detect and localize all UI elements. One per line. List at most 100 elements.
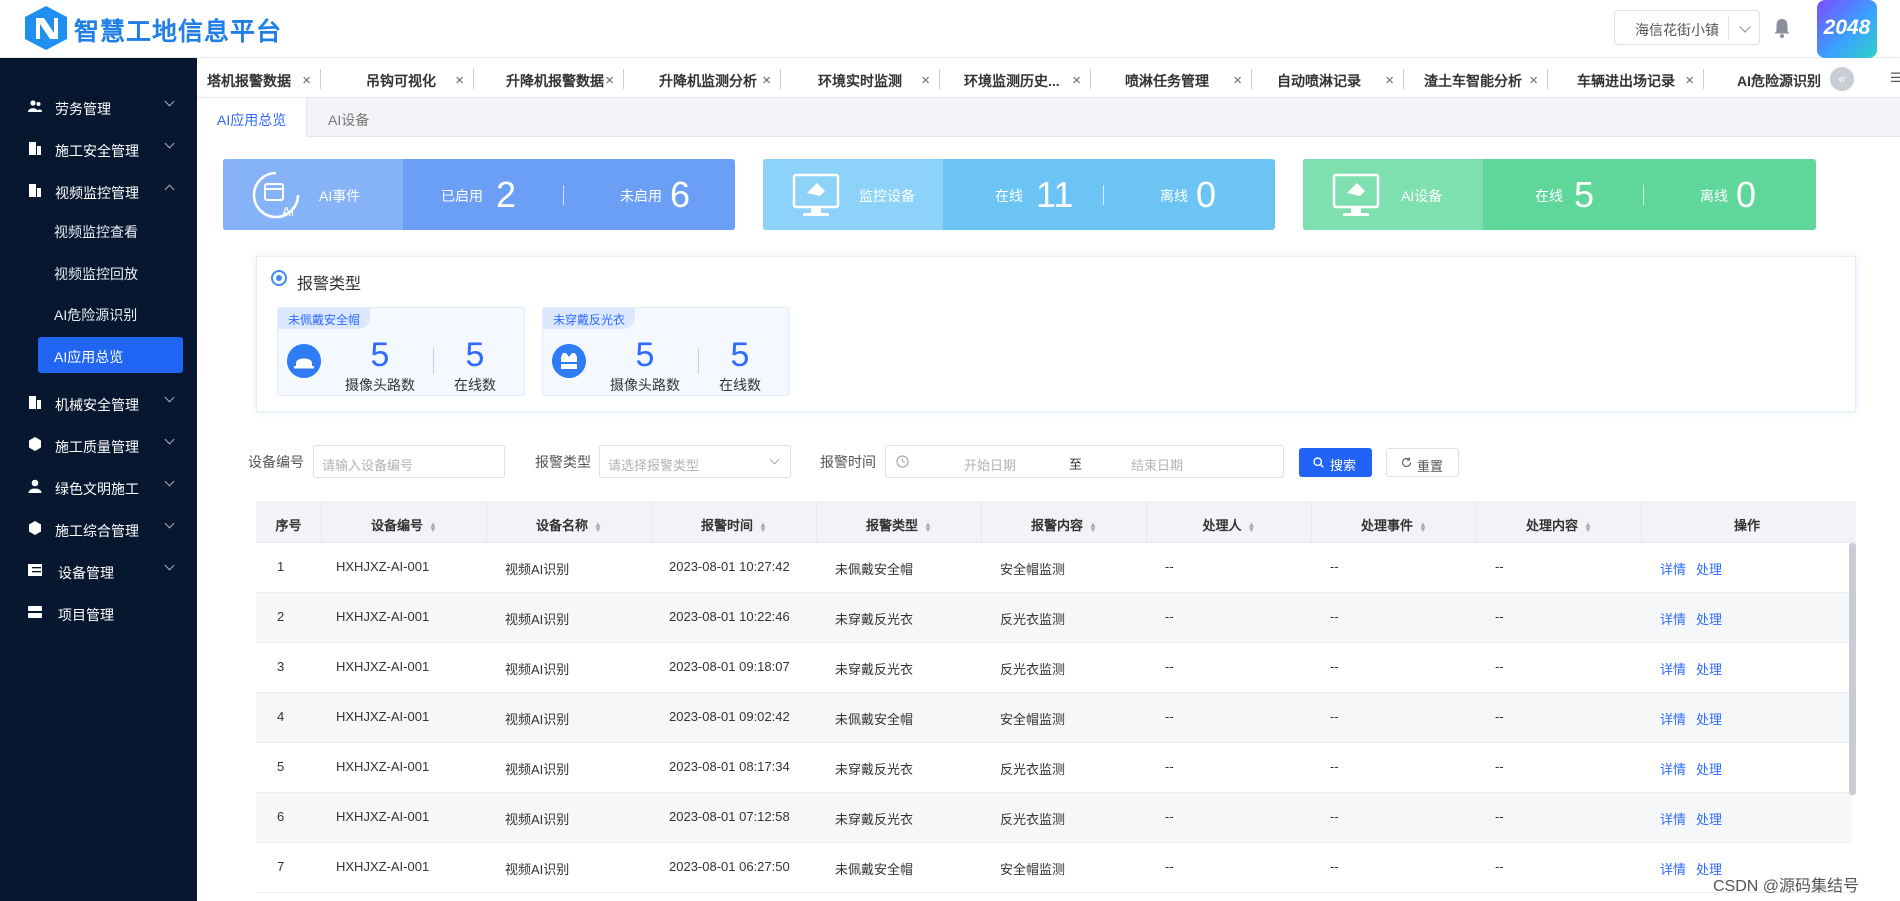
handle-link[interactable]: 处理: [1696, 709, 1722, 728]
table-scrollbar[interactable]: [1849, 543, 1856, 795]
detail-link[interactable]: 详情: [1660, 759, 1686, 778]
game-2048-badge[interactable]: 2048: [1817, 0, 1877, 58]
close-icon[interactable]: ×: [1685, 72, 1694, 89]
th-handle-content[interactable]: 处理内容 ▲ ▼: [1477, 501, 1642, 543]
chevron-down-icon: [164, 434, 175, 445]
handle-link[interactable]: 处理: [1696, 609, 1722, 628]
device-no-label: 设备编号: [248, 454, 304, 470]
stat-label: 离线: [1700, 188, 1728, 204]
table-cell: 安全帽监测: [1000, 712, 1066, 727]
close-icon[interactable]: ×: [1529, 72, 1538, 89]
tab-elevator-alarm[interactable]: 升降机报警数据 ×: [506, 58, 624, 98]
th-alarm-content[interactable]: 报警内容 ▲ ▼: [982, 501, 1147, 543]
tab-elevator-analysis[interactable]: 升降机监测分析 ×: [659, 58, 781, 98]
sidebar-item-machinery-safety[interactable]: 机械安全管理: [0, 388, 197, 418]
more-icon[interactable]: ☰: [1890, 70, 1900, 86]
sidebar-subitem-video-playback[interactable]: 视频监控回放: [38, 254, 183, 290]
tab-env-history[interactable]: 环境监测历史... ×: [964, 58, 1091, 98]
tab-hook-visual[interactable]: 吊钩可视化 ×: [366, 58, 474, 98]
table-cell: 1: [277, 559, 285, 574]
th-device-no[interactable]: 设备编号 ▲ ▼: [322, 501, 487, 543]
handle-link[interactable]: 处理: [1696, 659, 1722, 678]
tab-vehicle-record[interactable]: 车辆进出场记录 ×: [1577, 58, 1704, 98]
tab-ai-hazard[interactable]: AI危险源识别: [1737, 58, 1832, 98]
sort-icon[interactable]: ▲ ▼: [1584, 520, 1592, 533]
project-select[interactable]: 海信花街小镇: [1614, 10, 1760, 45]
detail-link[interactable]: 详情: [1660, 609, 1686, 628]
table-icon: [28, 564, 42, 576]
sort-icon[interactable]: ▲ ▼: [594, 520, 602, 533]
device-no-input[interactable]: 请输入设备编号: [313, 445, 505, 478]
double-chevron-left-icon[interactable]: «: [1830, 67, 1854, 91]
handle-link[interactable]: 处理: [1696, 759, 1722, 778]
alarm-card-helmet[interactable]: 未佩戴安全帽 5 摄像头路数 5 在线数: [277, 307, 525, 396]
handle-link[interactable]: 处理: [1696, 809, 1722, 828]
sidebar-item-project[interactable]: 项目管理: [0, 598, 197, 628]
search-icon: [1313, 457, 1324, 468]
th-device-name[interactable]: 设备名称 ▲ ▼: [487, 501, 652, 543]
detail-link[interactable]: 详情: [1660, 659, 1686, 678]
date-range-picker[interactable]: 开始日期 至 结束日期: [885, 445, 1284, 478]
sidebar-subitem-ai-hazard[interactable]: AI危险源识别: [38, 295, 183, 331]
detail-link[interactable]: 详情: [1660, 559, 1686, 578]
detail-link[interactable]: 详情: [1660, 709, 1686, 728]
handle-link[interactable]: 处理: [1696, 559, 1722, 578]
sort-icon[interactable]: ▲ ▼: [759, 520, 767, 533]
sort-icon[interactable]: ▲ ▼: [1248, 520, 1256, 533]
start-date-placeholder[interactable]: 开始日期: [964, 455, 1016, 474]
tab-tower-crane-alarm[interactable]: 塔机报警数据 ×: [207, 58, 321, 98]
close-icon[interactable]: ×: [1072, 72, 1081, 89]
table-cell: 视频AI识别: [505, 812, 570, 827]
table-cell: HXHJXZ-AI-001: [336, 659, 430, 674]
stat-label: 在线: [995, 188, 1023, 204]
close-icon[interactable]: ×: [762, 72, 771, 89]
table-cell: 视频AI识别: [505, 562, 570, 577]
close-icon[interactable]: ×: [302, 72, 311, 89]
detail-link[interactable]: 详情: [1660, 809, 1686, 828]
tab-env-realtime[interactable]: 环境实时监测 ×: [818, 58, 940, 98]
close-icon[interactable]: ×: [1233, 72, 1242, 89]
close-icon[interactable]: ×: [1385, 72, 1394, 89]
alarm-card-vest[interactable]: 未穿戴反光衣 5 摄像头路数 5 在线数: [542, 307, 790, 396]
table-cell: 安全帽监测: [1000, 862, 1066, 877]
th-alarm-time[interactable]: 报警时间 ▲ ▼: [652, 501, 817, 543]
sort-icon[interactable]: ▲ ▼: [429, 520, 437, 533]
alarm-type-select[interactable]: 请选择报警类型: [599, 445, 791, 478]
chevron-down-icon: [164, 96, 175, 107]
end-date-placeholder[interactable]: 结束日期: [1131, 455, 1183, 474]
sidebar-item-comprehensive[interactable]: 施工综合管理: [0, 514, 197, 544]
th-alarm-type[interactable]: 报警类型 ▲ ▼: [817, 501, 982, 543]
reset-button[interactable]: 重置: [1386, 448, 1459, 477]
close-icon[interactable]: ×: [605, 72, 614, 89]
sidebar-item-construction-safety[interactable]: 施工安全管理: [0, 134, 197, 164]
sort-icon[interactable]: ▲ ▼: [1089, 520, 1097, 533]
sidebar-item-green-construction[interactable]: 绿色文明施工: [0, 472, 197, 502]
th-handler[interactable]: 处理人 ▲ ▼: [1147, 501, 1312, 543]
th-handle-event[interactable]: 处理事件 ▲ ▼: [1312, 501, 1477, 543]
table-cell: --: [1330, 859, 1339, 874]
close-icon[interactable]: ×: [455, 72, 464, 89]
sidebar-item-quality[interactable]: 施工质量管理: [0, 430, 197, 460]
subtab-ai-overview[interactable]: AI应用总览: [197, 98, 308, 137]
sidebar-item-video-monitoring[interactable]: 视频监控管理: [0, 176, 197, 206]
table-cell: HXHJXZ-AI-001: [336, 559, 430, 574]
table-cell: 5: [277, 759, 285, 774]
tab-spray-task[interactable]: 喷淋任务管理 ×: [1125, 58, 1252, 98]
sidebar-item-equipment[interactable]: 设备管理: [0, 556, 197, 586]
table-cell: --: [1165, 859, 1174, 874]
search-button[interactable]: 搜索: [1299, 448, 1372, 477]
tab-auto-spray-record[interactable]: 自动喷淋记录 ×: [1277, 58, 1404, 98]
tab-muck-truck[interactable]: 渣土车智能分析 ×: [1424, 58, 1548, 98]
subtab-ai-devices[interactable]: AI设备: [308, 98, 389, 137]
bell-icon[interactable]: [1773, 18, 1791, 38]
sort-icon[interactable]: ▲ ▼: [924, 520, 932, 533]
table-row: 6 HXHJXZ-AI-001 视频AI识别 2023-08-01 07:12:58 未…: [256, 793, 1852, 843]
sidebar-item-label: 施工安全管理: [55, 143, 139, 159]
close-icon[interactable]: ×: [921, 72, 930, 89]
chevron-down-icon: [164, 476, 175, 487]
detail-link[interactable]: 详情: [1660, 859, 1686, 878]
sidebar-subitem-video-view[interactable]: 视频监控查看: [38, 212, 183, 248]
sort-icon[interactable]: ▲ ▼: [1419, 520, 1427, 533]
sidebar-subitem-ai-overview[interactable]: AI应用总览: [38, 337, 183, 373]
sidebar-item-labor[interactable]: 劳务管理: [0, 92, 197, 122]
